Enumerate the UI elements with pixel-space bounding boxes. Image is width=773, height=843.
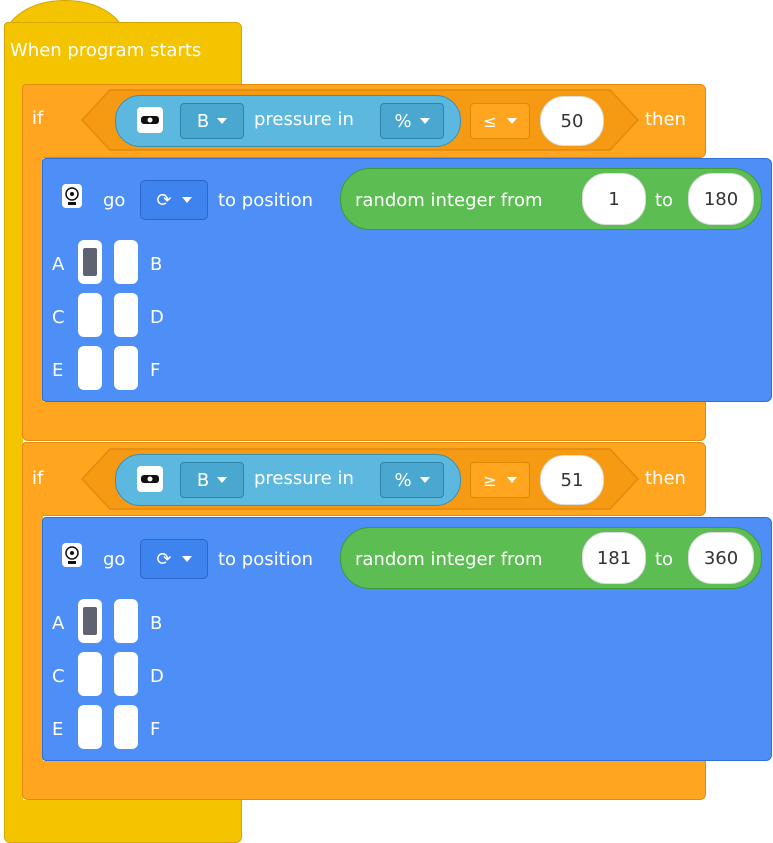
go-label: go <box>103 190 126 211</box>
to-position-label: to position <box>218 549 314 570</box>
random-to-label: to <box>655 549 674 570</box>
if-block-arm-2 <box>22 514 43 762</box>
random-to-input-1[interactable]: 180 <box>688 173 754 225</box>
chevron-down-icon <box>217 477 228 483</box>
port-b-label: B <box>150 254 163 275</box>
port-d-toggle[interactable] <box>114 293 138 337</box>
clockwise-arrow-icon: ⟳ <box>156 189 172 211</box>
force-sensor-icon <box>137 107 163 133</box>
port-b-label: B <box>150 613 163 634</box>
chevron-down-icon <box>506 477 517 483</box>
port-a-label: A <box>52 254 65 275</box>
port-a-toggle-selected[interactable] <box>78 599 102 643</box>
port-b-toggle[interactable] <box>114 240 138 284</box>
port-e-label: E <box>52 719 64 740</box>
go-label: go <box>103 549 126 570</box>
pressure-in-label: pressure in <box>254 109 354 130</box>
port-f-label: F <box>150 719 161 740</box>
port-a-toggle-selected[interactable] <box>78 240 102 284</box>
unit-dropdown-2[interactable]: % <box>380 462 444 498</box>
port-c-toggle[interactable] <box>78 652 102 696</box>
port-f-toggle[interactable] <box>114 346 138 390</box>
random-integer-label: random integer from <box>355 549 543 570</box>
direction-dropdown-2[interactable]: ⟳ <box>140 539 208 579</box>
random-integer-label: random integer from <box>355 190 543 211</box>
unit-value: % <box>394 110 412 132</box>
random-to-input-2[interactable]: 360 <box>688 532 754 584</box>
port-c-label: C <box>52 307 65 328</box>
motor-icon <box>62 543 82 567</box>
operator-value: ≥ <box>483 470 497 490</box>
port-f-toggle[interactable] <box>114 705 138 749</box>
compare-value-input-2[interactable]: 51 <box>540 455 604 505</box>
motor-icon <box>62 184 82 208</box>
random-from-input-2[interactable]: 181 <box>582 532 646 584</box>
if-block-2-bottom <box>22 761 706 800</box>
pressure-in-label: pressure in <box>254 468 354 489</box>
chevron-down-icon <box>506 118 517 124</box>
chevron-down-icon <box>419 118 430 124</box>
port-b-toggle[interactable] <box>114 599 138 643</box>
sensor-port-dropdown-2[interactable]: B <box>180 462 244 498</box>
port-e-toggle[interactable] <box>78 705 102 749</box>
random-to-label: to <box>655 190 674 211</box>
chevron-down-icon <box>217 118 228 124</box>
port-a-label: A <box>52 613 65 634</box>
chevron-down-icon <box>181 556 192 562</box>
compare-value-input-1[interactable]: 50 <box>540 96 604 146</box>
then-label: then <box>645 109 686 130</box>
program-stack-foot <box>4 800 242 843</box>
operator-value: ≤ <box>483 111 497 131</box>
operator-dropdown-2[interactable]: ≥ <box>470 462 530 498</box>
program-stack-spine <box>4 82 23 822</box>
sensor-port-dropdown-1[interactable]: B <box>180 103 244 139</box>
chevron-down-icon <box>419 477 430 483</box>
port-c-label: C <box>52 666 65 687</box>
port-e-toggle[interactable] <box>78 346 102 390</box>
port-d-label: D <box>150 666 164 687</box>
port-d-toggle[interactable] <box>114 652 138 696</box>
then-label: then <box>645 468 686 489</box>
if-label: if <box>32 108 44 129</box>
force-sensor-icon <box>137 466 163 492</box>
chevron-down-icon <box>181 197 192 203</box>
to-position-label: to position <box>218 190 314 211</box>
unit-value: % <box>394 469 412 491</box>
if-block-1-bottom <box>22 402 706 441</box>
clockwise-arrow-icon: ⟳ <box>156 548 172 570</box>
unit-dropdown-1[interactable]: % <box>380 103 444 139</box>
port-f-label: F <box>150 360 161 381</box>
operator-dropdown-1[interactable]: ≤ <box>470 103 530 139</box>
sensor-port-value: B <box>196 110 210 132</box>
port-d-label: D <box>150 307 164 328</box>
if-block-arm-1 <box>22 156 43 402</box>
random-from-input-1[interactable]: 1 <box>582 173 646 225</box>
port-e-label: E <box>52 360 64 381</box>
if-label: if <box>32 468 44 489</box>
sensor-port-value: B <box>196 469 210 491</box>
direction-dropdown-1[interactable]: ⟳ <box>140 180 208 220</box>
hat-block-label: When program starts <box>10 40 202 61</box>
port-c-toggle[interactable] <box>78 293 102 337</box>
